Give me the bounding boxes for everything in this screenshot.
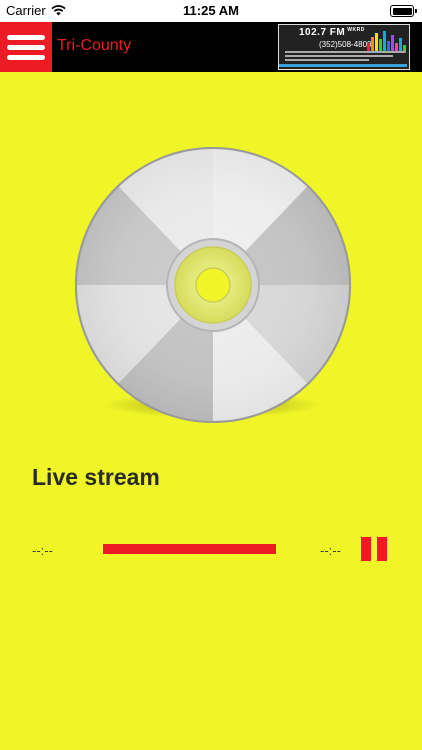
- hamburger-icon: [7, 34, 45, 40]
- cd-artwork: [68, 140, 358, 430]
- cd-disc-icon: [75, 147, 351, 423]
- logo-text-line: [285, 59, 369, 61]
- elapsed-time: --:--: [32, 543, 53, 558]
- remaining-time: --:--: [320, 543, 341, 558]
- progress-fill: [103, 544, 276, 554]
- station-title: Tri-County: [57, 37, 132, 54]
- battery-level: [392, 7, 412, 15]
- logo-frequency: 102.7 FM WKRD: [299, 27, 365, 38]
- pause-icon-bar: [377, 537, 387, 561]
- hamburger-icon-line: [7, 44, 45, 50]
- battery-tip: [415, 9, 417, 13]
- stream-title: Live stream: [32, 464, 160, 490]
- battery-icon: [390, 5, 417, 17]
- logo-text-line: [285, 51, 405, 53]
- status-bar: Carrier 11:25 AM: [0, 0, 422, 22]
- navigation-bar: Tri-County 102.7 FM WKRD (352)508-4800: [0, 22, 422, 72]
- hamburger-icon-line: [7, 54, 45, 60]
- equalizer-graphic: [367, 31, 406, 53]
- menu-button[interactable]: [0, 22, 52, 72]
- pause-button[interactable]: [361, 537, 387, 561]
- progress-slider[interactable]: [103, 544, 276, 554]
- logo-phone: (352)508-4800: [319, 40, 372, 49]
- clock: 11:25 AM: [183, 3, 239, 18]
- logo-text-line: [285, 55, 393, 57]
- station-logo: 102.7 FM WKRD (352)508-4800: [278, 24, 410, 70]
- logo-text-lines: [285, 51, 405, 63]
- logo-strip: [279, 64, 407, 67]
- pause-icon: [361, 537, 371, 561]
